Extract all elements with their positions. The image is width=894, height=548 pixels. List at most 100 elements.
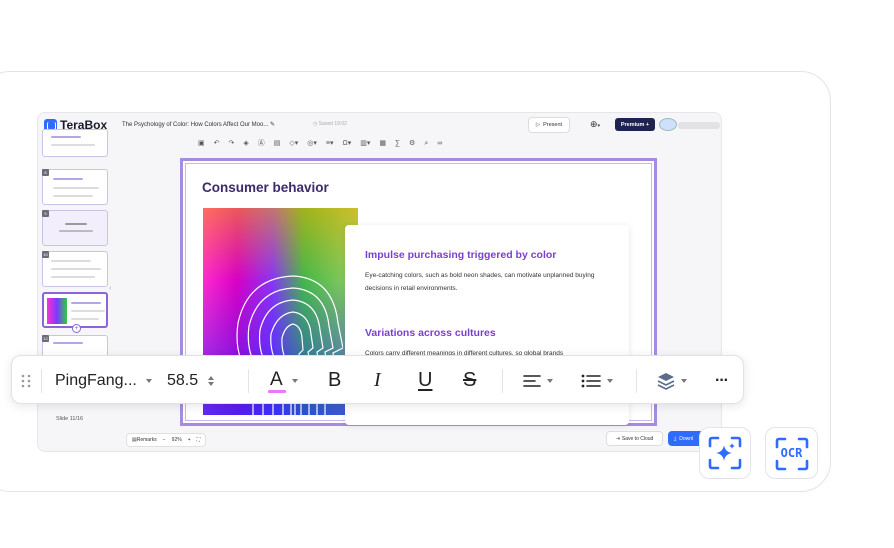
remarks-zoom-bar: ▤Remarks − 92% + ⛶ [126,433,207,447]
chevron-down-icon [547,378,553,383]
zoom-out-icon[interactable]: − [163,437,166,443]
text-format-toolbar: PingFang... 58.5 A B I U S ··· [11,355,744,404]
slide-thumbnail[interactable]: 8 [42,169,108,205]
saved-status: ◷ Saved 19:02 [313,121,347,127]
more-options-button[interactable]: ··· [715,356,729,405]
ai-scan-button[interactable] [699,427,751,479]
table-icon[interactable]: ▦ [379,139,386,148]
redo-icon[interactable]: ↷ [229,139,235,148]
remarks-label: Remarks [136,437,157,443]
zoom-in-icon[interactable]: + [188,437,191,443]
slide-thumbnail-current[interactable]: + [42,292,108,333]
slide-thumbnail[interactable]: 9 [42,210,108,246]
undo-icon[interactable]: ↶ [214,139,220,148]
editor-topbar: TeraBox The Psychology of Color: How Col… [38,113,721,137]
chevron-down-icon [292,378,298,383]
slide-thumbnail[interactable] [42,129,108,157]
formula-icon[interactable]: ∑ [395,139,400,148]
zoom-level[interactable]: 92% [172,437,182,443]
chevron-down-icon [607,378,613,383]
user-avatar[interactable] [659,118,677,131]
heading-cultural-variations[interactable]: Variations across cultures [365,327,496,339]
thumbnail-image [47,298,67,324]
drag-dots [21,374,31,387]
ocr-button[interactable]: OCR [765,427,818,479]
thumbnail-line [65,223,87,225]
document-title[interactable]: The Psychology of Color: How Colors Affe… [122,121,275,128]
thumbnail-number: 10 [42,251,49,258]
thumbnail-line [71,318,99,320]
stepper-arrows-icon[interactable] [208,375,215,386]
layer-button[interactable] [657,356,687,405]
save-icon[interactable]: ▣ [198,139,205,148]
image-icon[interactable]: ▤ [274,139,281,148]
thumbnail-line [51,268,101,270]
thumbnail-number: 8 [42,169,49,176]
ai-scan-icon [708,436,742,470]
italic-icon: I [374,369,381,391]
save-to-cloud-label: Save to Cloud [621,435,654,442]
editor-iconbar: ▣ ↶ ↷ ◈ Ⓐ ▤ ◇▾ ◎▾ ≡▾ Ω▾ ▥▾ ▦ ∑ ⚙ ⌕ ∞ [198,139,442,148]
thumbnail-line [59,230,93,232]
fit-screen-icon[interactable]: ⛶ [197,437,201,443]
more-icon: ··· [715,371,729,389]
shape-icon[interactable]: ◇▾ [289,139,298,148]
font-size-stepper[interactable]: 58.5 [167,356,215,405]
user-name-placeholder [678,122,720,129]
settings-icon[interactable]: ⚙ [409,139,415,148]
slide-thumbnail[interactable]: 10 [42,251,108,287]
download-label: Downl [679,435,694,442]
bold-icon: B [328,369,342,391]
text-color-button[interactable]: A [268,356,298,405]
format-painter-icon[interactable]: ◈ [243,139,248,148]
body-impulse-purchasing[interactable]: Eye-catching colors, such as bold neon s… [365,269,615,295]
thumbnail-line [53,178,83,180]
underline-button[interactable]: U [418,356,432,405]
thumbnail-line [53,195,93,197]
premium-label: Premium + [620,121,650,128]
premium-button[interactable]: Premium + [615,118,655,131]
symbol-icon[interactable]: Ω▾ [343,139,352,148]
drag-handle-icon[interactable] [21,356,31,405]
language-globe-icon[interactable]: ⊕▾ [590,120,600,131]
chart-icon[interactable]: ▥▾ [360,139,370,148]
present-button[interactable]: ▷ Present [528,117,570,133]
thumbnail-line [51,276,95,278]
save-to-cloud-button[interactable]: ⇥ Save to Cloud [606,431,663,446]
bold-button[interactable]: B [328,356,341,405]
link-icon[interactable]: ∞ [437,139,442,148]
text-align-button[interactable] [523,356,553,405]
chevron-down-icon [145,378,152,383]
font-family-select[interactable]: PingFang... [55,356,152,405]
chevron-down-icon [681,378,687,383]
collapse-panel-icon[interactable]: ‹ [109,285,111,292]
thumbnail-number: 12 [42,335,49,342]
thumbnail-line [51,136,81,138]
strikethrough-button[interactable]: S [463,356,476,405]
editor-bottombar: ▤Remarks − 92% + ⛶ ⇥ Save to Cloud ⤓ Dow… [38,431,721,451]
present-label: Present [543,122,563,128]
ocr-frame-icon [775,437,809,471]
element-icon[interactable]: ◎▾ [307,139,317,148]
edit-title-icon[interactable]: ✎ [270,122,275,128]
cloud-export-icon: ⇥ [615,435,620,442]
font-size-value: 58.5 [167,371,199,389]
thumbnail-line [51,144,95,146]
italic-button[interactable]: I [374,356,381,405]
document-title-text: The Psychology of Color: How Colors Affe… [122,122,269,128]
add-slide-icon[interactable]: + [72,324,81,333]
heading-impulse-purchasing[interactable]: Impulse purchasing triggered by color [365,249,556,261]
text-box-icon[interactable]: Ⓐ [258,139,265,148]
thumbnail-line [53,187,99,189]
remarks-button[interactable]: ▤Remarks [132,437,157,443]
list-button[interactable] [581,356,613,405]
saved-status-text: Saved 19:02 [318,121,347,127]
thumbnail-line [51,260,91,262]
slide-counter: Slide 11/16 [56,416,84,422]
slide-title[interactable]: Consumer behavior [202,180,329,195]
thumbnail-line [71,310,105,312]
align-icon[interactable]: ≡▾ [326,139,334,148]
bullet-list-icon [581,374,601,387]
text-color-icon: A [268,368,286,394]
search-icon[interactable]: ⌕ [424,139,428,148]
